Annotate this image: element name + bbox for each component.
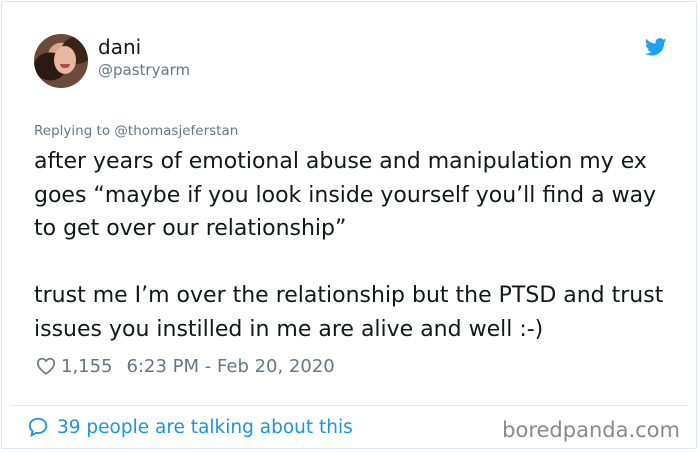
replying-to[interactable]: Replying to @thomasjeferstan xyxy=(34,123,238,139)
tweet-timestamp[interactable]: 6:23 PM - Feb 20, 2020 xyxy=(127,356,335,377)
heart-icon[interactable] xyxy=(35,355,57,377)
avatar[interactable] xyxy=(34,34,88,88)
author-handle[interactable]: @pastryarm xyxy=(98,61,190,79)
author-name[interactable]: dani xyxy=(98,35,141,59)
twitter-bird-icon[interactable] xyxy=(644,36,668,58)
conversation-label: 39 people are talking about this xyxy=(57,416,353,438)
conversation-link[interactable]: 39 people are talking about this xyxy=(27,416,353,438)
like-count[interactable]: 1,155 xyxy=(61,356,113,377)
tweet-text: after years of emotional abuse and manip… xyxy=(34,149,664,342)
divider xyxy=(10,405,688,406)
watermark-text: boredpanda.com xyxy=(502,418,680,442)
avatar-face xyxy=(54,46,76,74)
speech-bubble-icon xyxy=(28,417,48,437)
tweet-meta: 1,155 6:23 PM - Feb 20, 2020 xyxy=(35,353,335,379)
tweet-card: dani @pastryarm Replying to @thomasjefer… xyxy=(1,1,697,449)
